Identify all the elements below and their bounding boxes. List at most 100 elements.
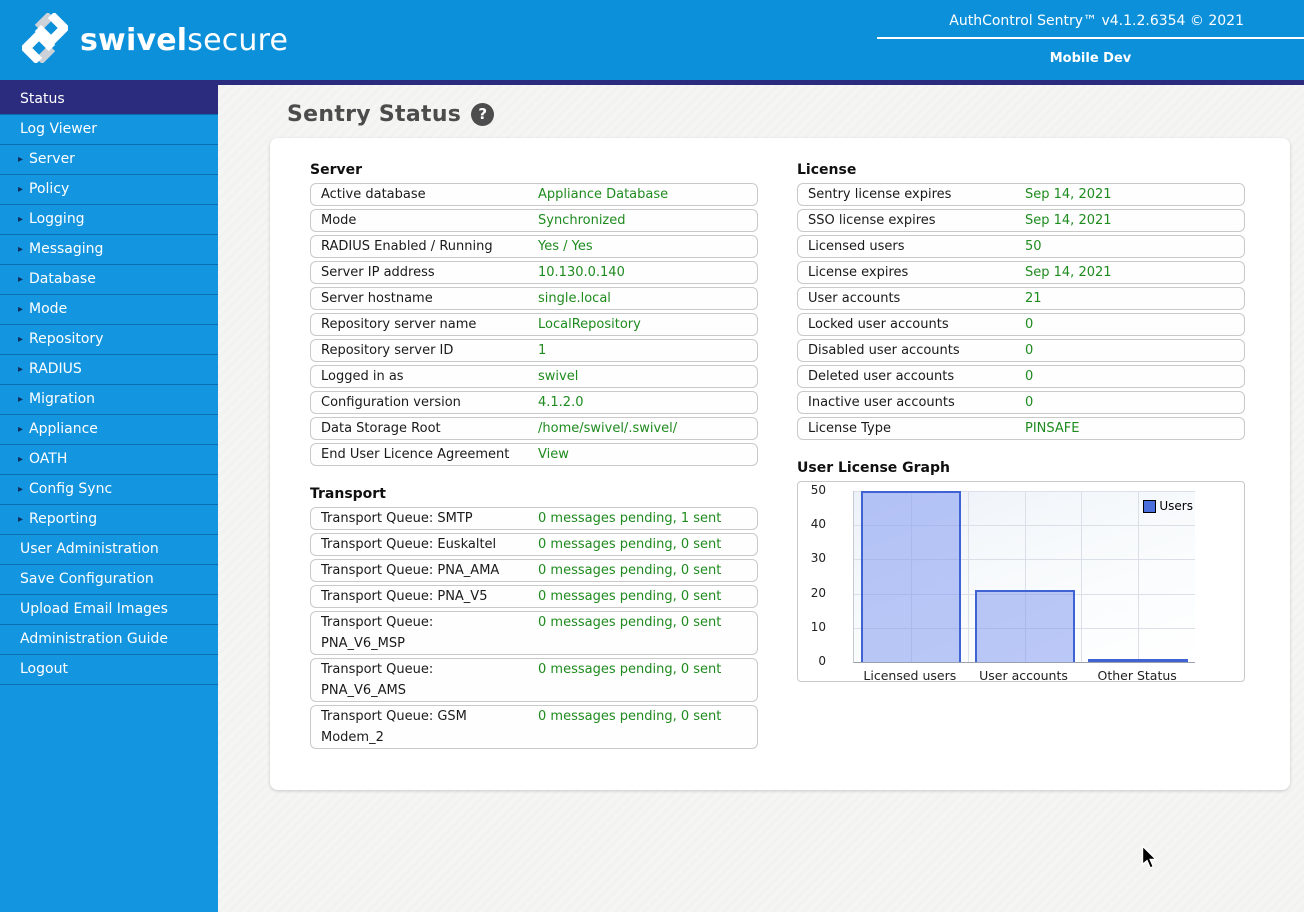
sidebar: Status Log Viewer ▸ Server ▸ Policy ▸ Logging ▸ M… bbox=[0, 85, 218, 912]
table-row: SSO license expires Sep 14, 2021 bbox=[797, 209, 1245, 232]
legend-label: Users bbox=[1159, 499, 1193, 513]
row-value: 0 messages pending, 0 sent bbox=[538, 615, 722, 630]
expand-arrow-icon: ▸ bbox=[18, 334, 24, 345]
sidebar-item-repository[interactable]: ▸ Repository bbox=[0, 325, 218, 355]
table-row: Transport Queue: PNA_AMA 0 messages pendi… bbox=[310, 559, 758, 582]
sidebar-item-label: Policy bbox=[29, 181, 70, 197]
app-header: swivelsecure AuthControl Sentry™ v4.1.2.… bbox=[0, 0, 1304, 80]
row-value: 0 messages pending, 0 sent bbox=[538, 589, 722, 604]
row-label: Transport Queue: PNA_V6_MSP bbox=[321, 615, 434, 651]
table-row: Mode Synchronized bbox=[310, 209, 758, 232]
sidebar-item-user-administration[interactable]: User Administration bbox=[0, 535, 218, 565]
row-label: Repository server ID bbox=[321, 343, 454, 358]
sidebar-item-appliance[interactable]: ▸ Appliance bbox=[0, 415, 218, 445]
y-axis-tick-label: 20 bbox=[810, 585, 826, 600]
sidebar-item-database[interactable]: ▸ Database bbox=[0, 265, 218, 295]
sidebar-item-messaging[interactable]: ▸ Messaging bbox=[0, 235, 218, 265]
expand-arrow-icon: ▸ bbox=[18, 154, 24, 165]
gridline bbox=[967, 491, 969, 662]
header-right-block: AuthControl Sentry™ v4.1.2.6354 © 2021 M… bbox=[877, 0, 1304, 66]
row-value: 0 messages pending, 0 sent bbox=[538, 662, 722, 677]
help-icon[interactable]: ? bbox=[471, 103, 495, 126]
sidebar-item-reporting[interactable]: ▸ Reporting bbox=[0, 505, 218, 535]
expand-arrow-icon: ▸ bbox=[18, 394, 24, 405]
table-row: Inactive user accounts 0 bbox=[797, 391, 1245, 414]
sidebar-item-label: Administration Guide bbox=[20, 631, 169, 647]
bar-user-accounts bbox=[974, 590, 1075, 662]
table-row: Repository server ID 1 bbox=[310, 339, 758, 362]
row-value: Synchronized bbox=[538, 213, 626, 228]
swivelsecure-logo[interactable]: swivelsecure bbox=[19, 11, 288, 67]
content-card: Server Active database Appliance Database… bbox=[270, 138, 1290, 790]
deleted-user-accounts-link[interactable]: Deleted user accounts bbox=[808, 366, 1025, 387]
sidebar-item-status[interactable]: Status bbox=[0, 85, 218, 115]
sidebar-item-policy[interactable]: ▸ Policy bbox=[0, 175, 218, 205]
row-value: Sep 14, 2021 bbox=[1025, 213, 1112, 228]
row-label: RADIUS Enabled / Running bbox=[321, 239, 493, 254]
row-value: 4.1.2.0 bbox=[538, 395, 584, 410]
row-label: Transport Queue: GSM Modem_2 bbox=[321, 709, 467, 745]
expand-arrow-icon: ▸ bbox=[18, 364, 24, 375]
row-label: Licensed users bbox=[808, 239, 905, 254]
sidebar-nav: Status Log Viewer ▸ Server ▸ Policy ▸ Logging ▸ M… bbox=[0, 85, 218, 685]
sidebar-item-save-configuration[interactable]: Save Configuration bbox=[0, 565, 218, 595]
row-value: 10.130.0.140 bbox=[538, 265, 625, 280]
sidebar-item-logout[interactable]: Logout bbox=[0, 655, 218, 685]
row-label: Sentry license expires bbox=[808, 187, 952, 202]
sidebar-item-administration-guide[interactable]: Administration Guide bbox=[0, 625, 218, 655]
mouse-cursor bbox=[1141, 844, 1159, 875]
logo-wordmark: swivelsecure bbox=[80, 23, 288, 58]
sidebar-item-config-sync[interactable]: ▸ Config Sync bbox=[0, 475, 218, 505]
inactive-user-accounts-link[interactable]: Inactive user accounts bbox=[808, 392, 1025, 413]
server-section: Server Active database Appliance Database… bbox=[310, 162, 758, 466]
sidebar-item-label: Messaging bbox=[29, 241, 104, 257]
locked-user-accounts-link[interactable]: Locked user accounts bbox=[808, 314, 1025, 335]
header-divider bbox=[877, 37, 1304, 39]
row-label: Mode bbox=[321, 213, 357, 228]
y-axis-tick-label: 50 bbox=[810, 483, 826, 497]
environment-label: Mobile Dev bbox=[1049, 51, 1132, 66]
row-value: 0 bbox=[1025, 343, 1034, 358]
table-row: Locked user accounts 0 bbox=[797, 313, 1245, 336]
logo-word-secure: secure bbox=[187, 22, 289, 58]
sidebar-item-upload-email-images[interactable]: Upload Email Images bbox=[0, 595, 218, 625]
row-value: 0 messages pending, 0 sent bbox=[538, 563, 722, 578]
sidebar-item-label: Log Viewer bbox=[20, 121, 98, 137]
page: swivelsecure AuthControl Sentry™ v4.1.2.… bbox=[0, 0, 1304, 912]
version-text: AuthControl Sentry™ v4.1.2.6354 © 2021 bbox=[949, 13, 1244, 29]
gridline bbox=[1081, 491, 1083, 662]
sidebar-item-label: Mode bbox=[29, 301, 68, 317]
row-label: Transport Queue: PNA_V6_AMS bbox=[321, 662, 434, 698]
sidebar-item-migration[interactable]: ▸ Migration bbox=[0, 385, 218, 415]
y-axis-tick-label: 10 bbox=[810, 619, 826, 634]
sidebar-item-logging[interactable]: ▸ Logging bbox=[0, 205, 218, 235]
expand-arrow-icon: ▸ bbox=[18, 514, 24, 525]
disabled-user-accounts-link[interactable]: Disabled user accounts bbox=[808, 340, 1025, 361]
table-row: Transport Queue: SMTP 0 messages pending,… bbox=[310, 507, 758, 530]
table-row: License expires Sep 14, 2021 bbox=[797, 261, 1245, 284]
left-column: Server Active database Appliance Database… bbox=[310, 162, 758, 752]
row-value: 50 bbox=[1025, 239, 1042, 254]
table-row: Deleted user accounts 0 bbox=[797, 365, 1245, 388]
sidebar-item-label: Upload Email Images bbox=[20, 601, 168, 617]
sidebar-item-log-viewer[interactable]: Log Viewer bbox=[0, 115, 218, 145]
table-row: Disabled user accounts 0 bbox=[797, 339, 1245, 362]
row-label: Active database bbox=[321, 187, 426, 202]
row-label: Transport Queue: Euskaltel bbox=[321, 537, 497, 552]
end-user-licence-agreement-view-link[interactable]: View bbox=[538, 444, 569, 465]
expand-arrow-icon: ▸ bbox=[18, 184, 24, 195]
sidebar-item-oath[interactable]: ▸ OATH bbox=[0, 445, 218, 475]
sidebar-item-label: User Administration bbox=[20, 541, 159, 557]
row-label: User accounts bbox=[808, 291, 901, 306]
row-value: 0 messages pending, 0 sent bbox=[538, 537, 722, 552]
y-axis-tick-label: 40 bbox=[810, 517, 826, 532]
table-row: Transport Queue: PNA_V6_AMS 0 messages pen… bbox=[310, 658, 758, 702]
sidebar-item-server[interactable]: ▸ Server bbox=[0, 145, 218, 175]
chart-legend: Users bbox=[1143, 499, 1193, 513]
row-value: LocalRepository bbox=[538, 317, 641, 332]
sidebar-item-mode[interactable]: ▸ Mode bbox=[0, 295, 218, 325]
bar-licensed-users bbox=[860, 491, 961, 662]
sidebar-item-label: Appliance bbox=[29, 421, 98, 437]
table-row: Transport Queue: PNA_V6_MSP 0 messages pen… bbox=[310, 611, 758, 655]
sidebar-item-radius[interactable]: ▸ RADIUS bbox=[0, 355, 218, 385]
